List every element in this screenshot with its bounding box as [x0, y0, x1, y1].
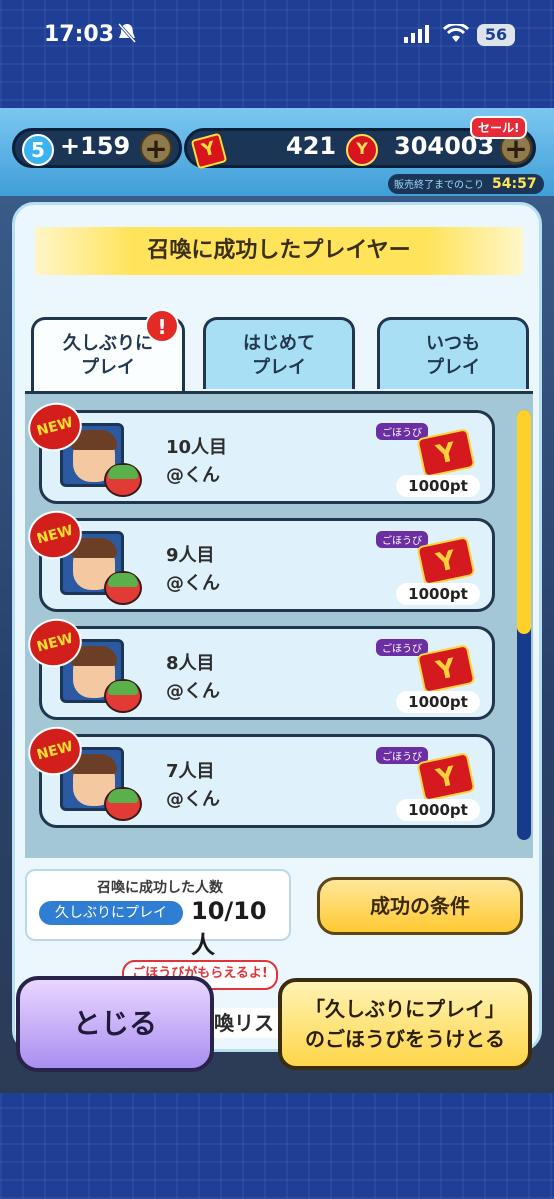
stamina-count: +159 [60, 132, 131, 160]
reward-points: 1000pt [396, 583, 480, 605]
tab-label-line2: プレイ [252, 357, 306, 378]
list-item[interactable]: NEW 10人目 @くん ごほうび Y 1000pt [25, 396, 495, 504]
status-bar: 17:03 56 [0, 0, 554, 72]
status-time: 17:03 [44, 22, 115, 47]
tab-label-line2: プレイ [81, 357, 135, 378]
level-badge: 5 [22, 134, 54, 166]
player-name: @くん [166, 681, 220, 702]
add-stamina-button[interactable]: + [140, 132, 172, 164]
cell-signal-icon [404, 25, 429, 43]
sale-badge: セール! [470, 116, 528, 139]
wifi-icon [443, 24, 469, 42]
list-item[interactable]: NEW 7人目 @くん ごほうび Y 1000pt [25, 720, 495, 828]
player-name: @くん [166, 573, 220, 594]
yokai-icon [104, 463, 142, 497]
sale-timer-value: 54:57 [492, 176, 537, 192]
scrollbar[interactable] [517, 410, 531, 840]
sale-timer: 販売終了までのこり 54:57 [388, 174, 544, 194]
player-name: @くん [166, 789, 220, 810]
list-item[interactable]: NEW 9人目 @くん ごほうび Y 1000pt [25, 504, 495, 612]
silent-bell-icon [117, 23, 137, 43]
tab-label-line2: プレイ [426, 357, 480, 378]
modal-title-bar: 召喚に成功したプレイヤー [35, 227, 523, 275]
battery-indicator: 56 [477, 24, 515, 46]
player-list[interactable]: NEW 10人目 @くん ごほうび Y 1000pt NEW 9人目 @くん ご… [25, 391, 533, 858]
success-counter: 召喚に成功した人数 久しぶりにプレイ 10/10人 [25, 869, 291, 959]
claim-line1: 「久しぶりにプレイ」 [305, 997, 505, 1021]
claim-line2: のごほうびをうけとる [305, 1027, 505, 1051]
yokai-icon [104, 787, 142, 821]
counter-label: 召喚に成功した人数 [97, 880, 223, 896]
player-rank: 7人目 [166, 761, 215, 782]
close-button[interactable]: とじる [16, 976, 214, 1072]
scrollbar-thumb[interactable] [517, 410, 531, 634]
yokai-icon [104, 571, 142, 605]
counter-chip: 久しぶりにプレイ [39, 901, 183, 925]
counter-value: 10/10人 [191, 897, 267, 959]
modal-title: 召喚に成功したプレイヤー [147, 238, 411, 263]
player-rank: 9人目 [166, 545, 215, 566]
currency-bar: 5 +159 + Y 421 Y 304003 + セール! 販売終了までのこり… [0, 108, 554, 196]
money-icon: Y [346, 134, 378, 166]
summon-list-partial: 喚リス [214, 1008, 284, 1038]
conditions-button[interactable]: 成功の条件 [317, 877, 523, 935]
tab-label-line1: いつも [426, 333, 480, 354]
ticket-count: 421 [286, 132, 337, 160]
sale-timer-label: 販売終了までのこり [394, 180, 484, 191]
yokai-icon [104, 679, 142, 713]
tab-alert-badge: ! [145, 309, 179, 343]
tab-first-play[interactable]: はじめて プレイ [203, 317, 355, 389]
player-name: @くん [166, 465, 220, 486]
reward-points: 1000pt [396, 799, 480, 821]
claim-reward-button[interactable]: 「久しぶりにプレイ」 のごほうびをうけとる [278, 978, 532, 1070]
tab-regular-play[interactable]: いつも プレイ [377, 317, 529, 389]
tab-label-line1: はじめて [243, 333, 315, 354]
player-rank: 10人目 [166, 437, 228, 458]
reward-points: 1000pt [396, 475, 480, 497]
player-rank: 8人目 [166, 653, 215, 674]
list-item[interactable]: NEW 8人目 @くん ごほうび Y 1000pt [25, 612, 495, 720]
game-screen: 5 +159 + Y 421 Y 304003 + セール! 販売終了までのこり… [0, 108, 554, 1093]
reward-points: 1000pt [396, 691, 480, 713]
summon-success-modal: 召喚に成功したプレイヤー 久しぶりに プレイ ! はじめて プレイ いつも プレ… [12, 202, 542, 1052]
